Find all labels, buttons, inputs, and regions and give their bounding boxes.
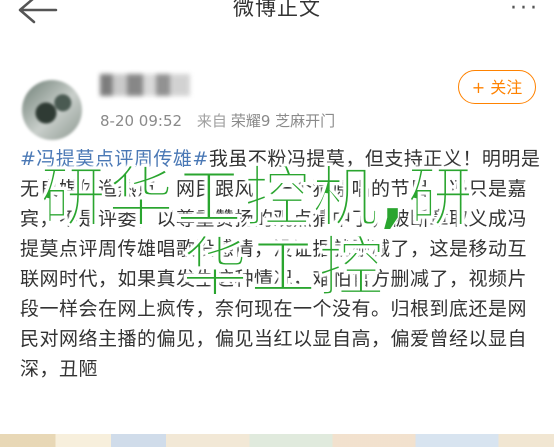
post-source[interactable]: 荣耀9 芝麻开门	[231, 112, 335, 130]
navigation-bar: 微博正文 ···	[0, 0, 554, 35]
image-thumbnail-strip[interactable]	[0, 434, 554, 447]
username-blurred[interactable]	[100, 74, 190, 96]
page-title: 微博正文	[233, 0, 321, 20]
follow-button[interactable]: + 关注	[458, 70, 536, 104]
post-meta: 8-20 09:52 来自 荣耀9 芝麻开门	[100, 110, 345, 131]
post-time: 8-20 09:52	[100, 112, 183, 130]
watermark-text-line-2: 华工控	[182, 229, 386, 307]
avatar[interactable]	[22, 80, 82, 140]
more-options-icon[interactable]: ···	[510, 0, 540, 21]
source-prefix: 来自	[196, 112, 227, 130]
